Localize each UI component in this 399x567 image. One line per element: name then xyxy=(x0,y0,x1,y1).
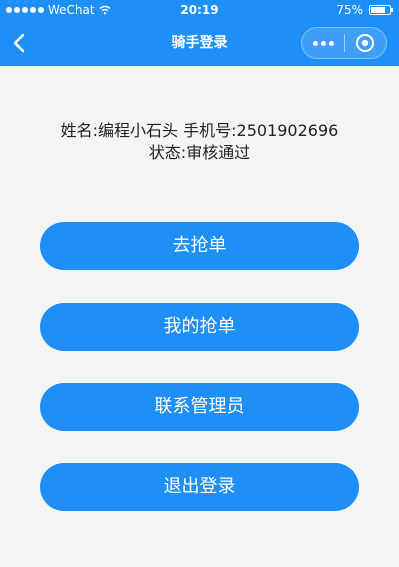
logout-button[interactable]: 退出登录 xyxy=(40,463,359,511)
target-close-icon xyxy=(356,34,375,52)
rider-info: 姓名:编程小石头 手机号:2501902696 状态:审核通过 xyxy=(0,120,399,164)
more-button[interactable] xyxy=(302,28,344,58)
rider-name-phone: 姓名:编程小石头 手机号:2501902696 xyxy=(60,121,339,140)
status-right: 75% xyxy=(336,0,393,20)
status-bar: WeChat 20:19 75% xyxy=(0,0,399,20)
battery-percent: 75% xyxy=(336,3,363,17)
top-bar: WeChat 20:19 75% 骑手登录 xyxy=(0,0,399,66)
rider-status: 状态:审核通过 xyxy=(148,143,251,162)
mini-program-capsule xyxy=(301,27,387,59)
more-dots-icon xyxy=(312,40,318,46)
my-orders-button[interactable]: 我的抢单 xyxy=(40,303,359,351)
navigation-bar: 骑手登录 xyxy=(0,20,399,66)
close-mini-program-button[interactable] xyxy=(345,28,386,58)
battery-icon xyxy=(369,5,393,15)
contact-admin-button[interactable]: 联系管理员 xyxy=(40,383,359,431)
grab-order-button[interactable]: 去抢单 xyxy=(40,222,359,270)
